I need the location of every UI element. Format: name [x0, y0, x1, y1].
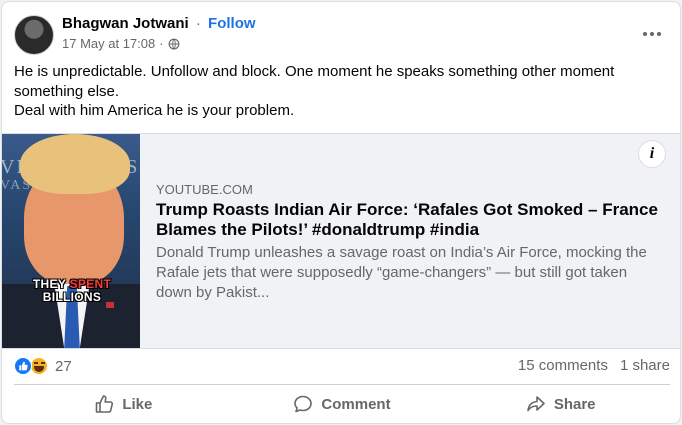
avatar[interactable]: [14, 15, 54, 55]
like-label: Like: [122, 395, 153, 413]
stats-right: 15 comments 1 share: [518, 357, 670, 374]
thumbnail-caption-word-red: SPENT: [69, 277, 112, 291]
video-thumbnail[interactable]: VHITE HOUS VASHINGTON THEY SPENT BILLION…: [2, 134, 140, 348]
comment-label: Comment: [321, 395, 391, 413]
thumbnail-caption: THEY SPENT BILLIONS: [20, 278, 124, 304]
comment-button[interactable]: Comment: [233, 386, 452, 422]
post-text-line: Deal with him America he is your problem…: [14, 102, 295, 119]
info-icon[interactable]: i: [638, 140, 666, 168]
like-reaction-icon: [14, 357, 32, 375]
link-title[interactable]: Trump Roasts Indian Air Force: ‘Rafales …: [156, 200, 666, 240]
post-text: He is unpredictable. Unfollow and block.…: [14, 62, 654, 121]
more-options-icon[interactable]: [634, 18, 670, 50]
comments-count[interactable]: 15 comments: [518, 357, 608, 374]
link-preview-body: YOUTUBE.COM Trump Roasts Indian Air Forc…: [156, 134, 666, 348]
meta-dot: ·: [159, 36, 164, 51]
separator-dot: ·: [195, 15, 201, 32]
follow-button[interactable]: Follow: [208, 15, 256, 32]
like-button[interactable]: Like: [14, 386, 233, 422]
link-description: Donald Trump unleashes a savage roast on…: [156, 244, 647, 301]
link-preview[interactable]: VHITE HOUS VASHINGTON THEY SPENT BILLION…: [2, 133, 680, 349]
share-button[interactable]: Share: [451, 386, 670, 422]
thumbs-up-icon: [96, 395, 114, 413]
reactions-summary[interactable]: 27: [14, 357, 72, 375]
divider: [14, 384, 670, 385]
post-meta: 17 May at 17:08 ·: [62, 36, 180, 52]
reaction-count[interactable]: 27: [55, 358, 72, 375]
post-header: Bhagwan Jotwani · Follow 17 May at 17:08…: [2, 2, 680, 64]
post-card: Bhagwan Jotwani · Follow 17 May at 17:08…: [1, 1, 681, 424]
post-text-line: He is unpredictable. Unfollow and block.…: [14, 63, 615, 100]
author-name[interactable]: Bhagwan Jotwani: [62, 15, 189, 32]
comment-icon: [294, 395, 313, 413]
shares-count[interactable]: 1 share: [620, 357, 670, 374]
post-timestamp[interactable]: 17 May at 17:08: [62, 36, 155, 52]
share-label: Share: [553, 395, 596, 413]
link-domain: YOUTUBE.COM: [156, 182, 253, 197]
haha-reaction-icon: [30, 357, 48, 375]
author-line: Bhagwan Jotwani · Follow: [62, 15, 256, 33]
engagement-stats: 27 15 comments 1 share: [14, 357, 670, 379]
action-bar: Like Comment Share: [14, 386, 670, 422]
globe-icon: [168, 38, 180, 50]
thumbnail-caption-word: BILLIONS: [42, 290, 102, 304]
share-icon: [527, 396, 545, 412]
thumbnail-caption-word: THEY: [32, 277, 66, 291]
